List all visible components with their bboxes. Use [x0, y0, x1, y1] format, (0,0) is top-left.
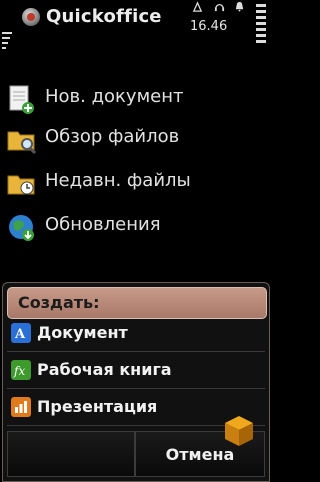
browse-folder-icon	[7, 131, 37, 155]
screen: Quickoffice 16.46 Нов. документ Обзор фа…	[0, 0, 270, 482]
option-label: Презентация	[37, 397, 158, 416]
updates-globe-icon	[9, 215, 34, 241]
presentation-icon	[11, 397, 31, 417]
menu-item-updates[interactable]: Обновления	[0, 206, 270, 250]
option-workbook[interactable]: fx Рабочая книга	[7, 352, 265, 389]
option-label: Рабочая книга	[37, 360, 172, 379]
menu-item-label: Недавн. файлы	[45, 170, 191, 191]
menu-item-label: Обзор файлов	[45, 126, 180, 147]
watermark-logo-icon	[225, 416, 253, 446]
menu-item-recent-files[interactable]: Недавн. файлы	[0, 162, 270, 206]
network-icon	[192, 1, 203, 12]
left-softkey[interactable]	[7, 431, 135, 477]
clock-time: 16.46	[190, 19, 228, 34]
status-icons	[192, 1, 264, 15]
svg-text:A: A	[14, 327, 26, 342]
create-dialog: Создать: A Документ fx Рабочая книга Пре…	[2, 282, 270, 482]
recent-files-folder-icon	[7, 175, 35, 195]
option-label: Документ	[37, 323, 128, 342]
menu-item-label: Нов. документ	[45, 86, 184, 107]
quickoffice-logo-icon	[22, 8, 40, 26]
battery-icon	[256, 2, 266, 60]
word-document-icon: A	[11, 323, 31, 343]
new-document-icon	[9, 85, 34, 114]
menu-item-new-document[interactable]: Нов. документ	[0, 78, 270, 122]
menu-item-label: Обновления	[45, 214, 161, 235]
option-document[interactable]: A Документ	[7, 315, 265, 352]
menu-item-browse-files[interactable]: Обзор файлов	[0, 118, 270, 162]
app-title: Quickoffice	[46, 6, 162, 27]
alarm-icon	[235, 1, 244, 12]
dialog-title: Создать:	[18, 293, 100, 312]
spreadsheet-icon: fx	[11, 360, 31, 380]
svg-text:fx: fx	[13, 364, 25, 378]
signal-strength-icon	[2, 30, 12, 60]
title-bar: Quickoffice 16.46	[0, 0, 270, 49]
headset-icon	[214, 4, 225, 12]
